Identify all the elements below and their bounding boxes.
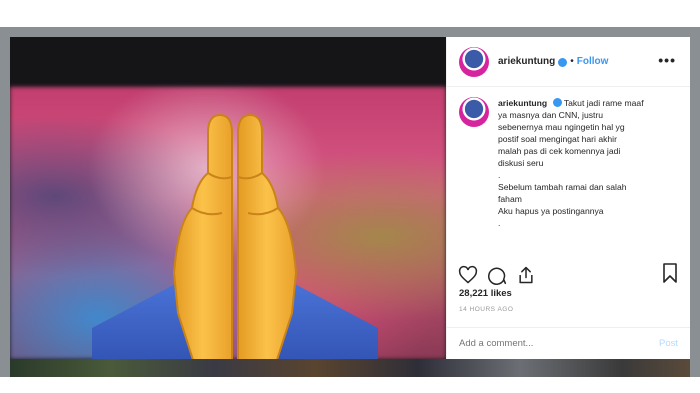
caption-line: malah pas di cek komennya jadi <box>498 146 621 156</box>
avatar[interactable] <box>459 46 489 77</box>
caption-line: faham <box>498 194 522 204</box>
more-options-icon[interactable]: ••• <box>658 53 676 67</box>
post-side-panel: ariekuntung • Follow ••• ariekuntung Tak… <box>446 37 690 359</box>
verified-badge-icon <box>552 98 562 107</box>
action-bar <box>447 261 690 289</box>
folded-hands-emoji <box>92 113 378 359</box>
caption-line: Sebelum tambah ramai dan salah <box>498 182 627 192</box>
caption-avatar[interactable] <box>459 97 489 127</box>
bookmark-icon[interactable] <box>662 263 678 283</box>
likes-count[interactable]: 28,221 likes <box>447 288 690 299</box>
post-timestamp: 14 HOURS AGO <box>459 306 514 313</box>
follow-button[interactable]: Follow <box>577 56 609 67</box>
caption-text: ariekuntung Takut jadi rame maaf ya masn… <box>498 97 678 287</box>
heart-icon[interactable] <box>458 265 478 285</box>
post-image[interactable] <box>10 37 446 359</box>
verified-badge-icon <box>558 58 568 67</box>
caption-line: . <box>498 218 501 228</box>
thumbnail-strip <box>10 359 690 377</box>
caption-line: sebenernya mau ngingetin hal yg <box>498 122 625 132</box>
caption-line: Aku hapus ya postingannya <box>498 206 604 216</box>
post-header: ariekuntung • Follow ••• <box>447 37 690 87</box>
caption-line: ya masnya dan CNN, justru <box>498 110 604 120</box>
caption: ariekuntung Takut jadi rame maaf ya masn… <box>447 97 690 287</box>
post-comment-button[interactable]: Post <box>659 338 678 349</box>
comment-icon[interactable] <box>487 265 507 285</box>
caption-line: postif soal mengingat hari akhir <box>498 134 617 144</box>
caption-username[interactable]: ariekuntung <box>498 98 547 108</box>
caption-line: diskusi seru <box>498 158 544 168</box>
caption-line: Takut jadi rame maaf <box>563 98 644 108</box>
separator-dot: • <box>570 56 574 67</box>
comment-box: Post <box>447 327 690 359</box>
share-icon[interactable] <box>516 265 536 285</box>
username[interactable]: ariekuntung <box>498 56 555 67</box>
comment-input[interactable] <box>459 338 659 349</box>
caption-line: . <box>498 170 501 180</box>
video-top-bar <box>10 37 446 87</box>
